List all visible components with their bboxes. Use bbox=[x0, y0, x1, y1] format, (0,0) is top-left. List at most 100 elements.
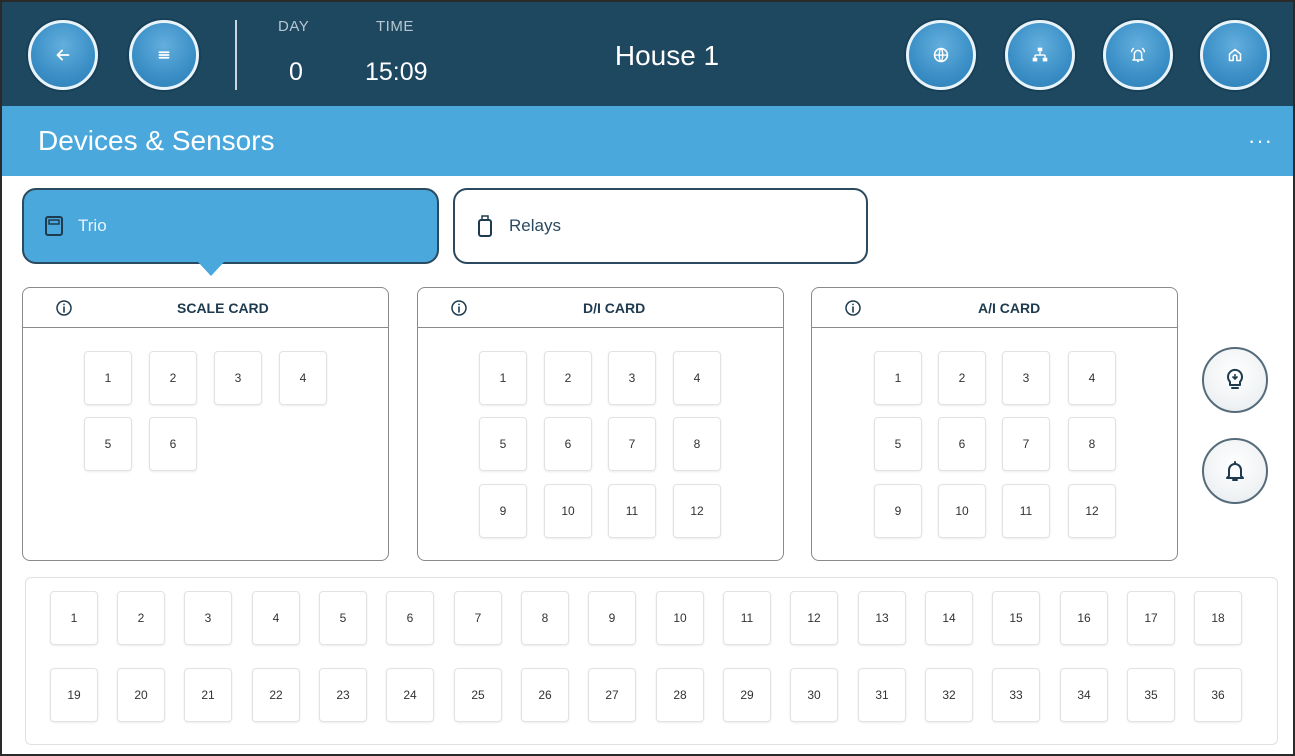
relay-slot[interactable]: 23 bbox=[319, 668, 367, 722]
relay-slot[interactable]: 34 bbox=[1060, 668, 1108, 722]
card-slot[interactable]: 2 bbox=[149, 351, 197, 405]
card-slot[interactable]: 8 bbox=[1068, 417, 1116, 471]
card-header: SCALE CARD bbox=[23, 288, 388, 328]
card-slot[interactable]: 8 bbox=[673, 417, 721, 471]
day-label: DAY bbox=[278, 18, 310, 35]
home-button[interactable] bbox=[1200, 20, 1270, 90]
relay-slot[interactable]: 35 bbox=[1127, 668, 1175, 722]
card-slot[interactable]: 11 bbox=[1002, 484, 1050, 538]
relay-slot[interactable]: 24 bbox=[386, 668, 434, 722]
relay-slot[interactable]: 3 bbox=[184, 591, 232, 645]
network-icon bbox=[1032, 47, 1048, 62]
card-slot[interactable]: 12 bbox=[673, 484, 721, 538]
relay-slot[interactable]: 1 bbox=[50, 591, 98, 645]
relay-slot[interactable]: 22 bbox=[252, 668, 300, 722]
header-divider bbox=[235, 20, 237, 90]
card-slot[interactable]: 6 bbox=[938, 417, 986, 471]
relay-slot[interactable]: 14 bbox=[925, 591, 973, 645]
ai-card: A/I CARD 1 2 3 4 5 6 7 8 9 10 11 12 bbox=[811, 287, 1178, 561]
relay-slot[interactable]: 25 bbox=[454, 668, 502, 722]
alarm-settings-button[interactable] bbox=[1202, 438, 1268, 504]
relay-slot[interactable]: 6 bbox=[386, 591, 434, 645]
card-slot[interactable]: 9 bbox=[479, 484, 527, 538]
card-slot[interactable]: 2 bbox=[938, 351, 986, 405]
info-icon[interactable] bbox=[55, 299, 73, 317]
card-slot[interactable]: 9 bbox=[874, 484, 922, 538]
relay-slot[interactable]: 19 bbox=[50, 668, 98, 722]
relay-slot[interactable]: 16 bbox=[1060, 591, 1108, 645]
relay-slot[interactable]: 27 bbox=[588, 668, 636, 722]
relay-slot[interactable]: 18 bbox=[1194, 591, 1242, 645]
relay-slot[interactable]: 21 bbox=[184, 668, 232, 722]
card-slot[interactable]: 2 bbox=[544, 351, 592, 405]
relay-slot[interactable]: 4 bbox=[252, 591, 300, 645]
card-slot[interactable]: 3 bbox=[214, 351, 262, 405]
relay-grid-panel: 1 2 3 4 5 6 7 8 9 10 11 12 13 14 15 16 1… bbox=[25, 577, 1278, 745]
alarm-button[interactable] bbox=[1103, 20, 1173, 90]
card-title: D/I CARD bbox=[583, 300, 646, 316]
sensor-test-button[interactable] bbox=[1202, 347, 1268, 413]
card-slot[interactable]: 4 bbox=[1068, 351, 1116, 405]
relay-slot[interactable]: 11 bbox=[723, 591, 771, 645]
relay-slot[interactable]: 9 bbox=[588, 591, 636, 645]
card-title: SCALE CARD bbox=[177, 300, 269, 316]
info-icon[interactable] bbox=[450, 299, 468, 317]
card-slot[interactable]: 7 bbox=[608, 417, 656, 471]
card-slot[interactable]: 3 bbox=[1002, 351, 1050, 405]
relay-slot[interactable]: 8 bbox=[521, 591, 569, 645]
more-options-button[interactable]: ··· bbox=[1248, 128, 1273, 154]
card-slot[interactable]: 5 bbox=[874, 417, 922, 471]
title-bar: Devices & Sensors ··· bbox=[2, 106, 1293, 176]
menu-button[interactable] bbox=[129, 20, 199, 90]
relay-slot[interactable]: 30 bbox=[790, 668, 838, 722]
card-slot[interactable]: 1 bbox=[84, 351, 132, 405]
relay-slot[interactable]: 10 bbox=[656, 591, 704, 645]
time-label: TIME bbox=[376, 18, 414, 35]
relay-slot[interactable]: 26 bbox=[521, 668, 569, 722]
card-slot[interactable]: 5 bbox=[84, 417, 132, 471]
network-button[interactable] bbox=[1005, 20, 1075, 90]
relay-slot[interactable]: 5 bbox=[319, 591, 367, 645]
page-title: Devices & Sensors bbox=[38, 125, 275, 156]
card-slot[interactable]: 10 bbox=[938, 484, 986, 538]
relay-slot[interactable]: 7 bbox=[454, 591, 502, 645]
relay-slot[interactable]: 12 bbox=[790, 591, 838, 645]
relay-slot[interactable]: 13 bbox=[858, 591, 906, 645]
card-slot[interactable]: 4 bbox=[279, 351, 327, 405]
relay-slot[interactable]: 32 bbox=[925, 668, 973, 722]
card-header: D/I CARD bbox=[418, 288, 783, 328]
bell-icon bbox=[1226, 461, 1244, 481]
relay-slot[interactable]: 29 bbox=[723, 668, 771, 722]
relay-slot[interactable]: 33 bbox=[992, 668, 1040, 722]
card-header: A/I CARD bbox=[812, 288, 1177, 328]
card-slot[interactable]: 12 bbox=[1068, 484, 1116, 538]
active-tab-pointer bbox=[198, 262, 224, 276]
globe-button[interactable] bbox=[906, 20, 976, 90]
relay-slot[interactable]: 15 bbox=[992, 591, 1040, 645]
controller-icon bbox=[45, 216, 63, 236]
tab-relays[interactable]: Relays bbox=[453, 188, 868, 264]
card-slot[interactable]: 6 bbox=[544, 417, 592, 471]
card-slot[interactable]: 3 bbox=[608, 351, 656, 405]
day-value: 0 bbox=[289, 58, 303, 86]
card-slot[interactable]: 6 bbox=[149, 417, 197, 471]
card-slot[interactable]: 11 bbox=[608, 484, 656, 538]
card-slot[interactable]: 1 bbox=[479, 351, 527, 405]
card-slot[interactable]: 10 bbox=[544, 484, 592, 538]
back-button[interactable] bbox=[28, 20, 98, 90]
relay-slot[interactable]: 2 bbox=[117, 591, 165, 645]
card-slot[interactable]: 4 bbox=[673, 351, 721, 405]
card-slot[interactable]: 5 bbox=[479, 417, 527, 471]
relay-slot[interactable]: 36 bbox=[1194, 668, 1242, 722]
tab-relays-label: Relays bbox=[509, 216, 561, 235]
relay-icon bbox=[478, 215, 492, 237]
card-title: A/I CARD bbox=[978, 300, 1041, 316]
info-icon[interactable] bbox=[844, 299, 862, 317]
card-slot[interactable]: 1 bbox=[874, 351, 922, 405]
relay-slot[interactable]: 31 bbox=[858, 668, 906, 722]
card-slot[interactable]: 7 bbox=[1002, 417, 1050, 471]
relay-slot[interactable]: 20 bbox=[117, 668, 165, 722]
relay-slot[interactable]: 17 bbox=[1127, 591, 1175, 645]
tab-trio[interactable]: Trio bbox=[22, 188, 439, 264]
relay-slot[interactable]: 28 bbox=[656, 668, 704, 722]
